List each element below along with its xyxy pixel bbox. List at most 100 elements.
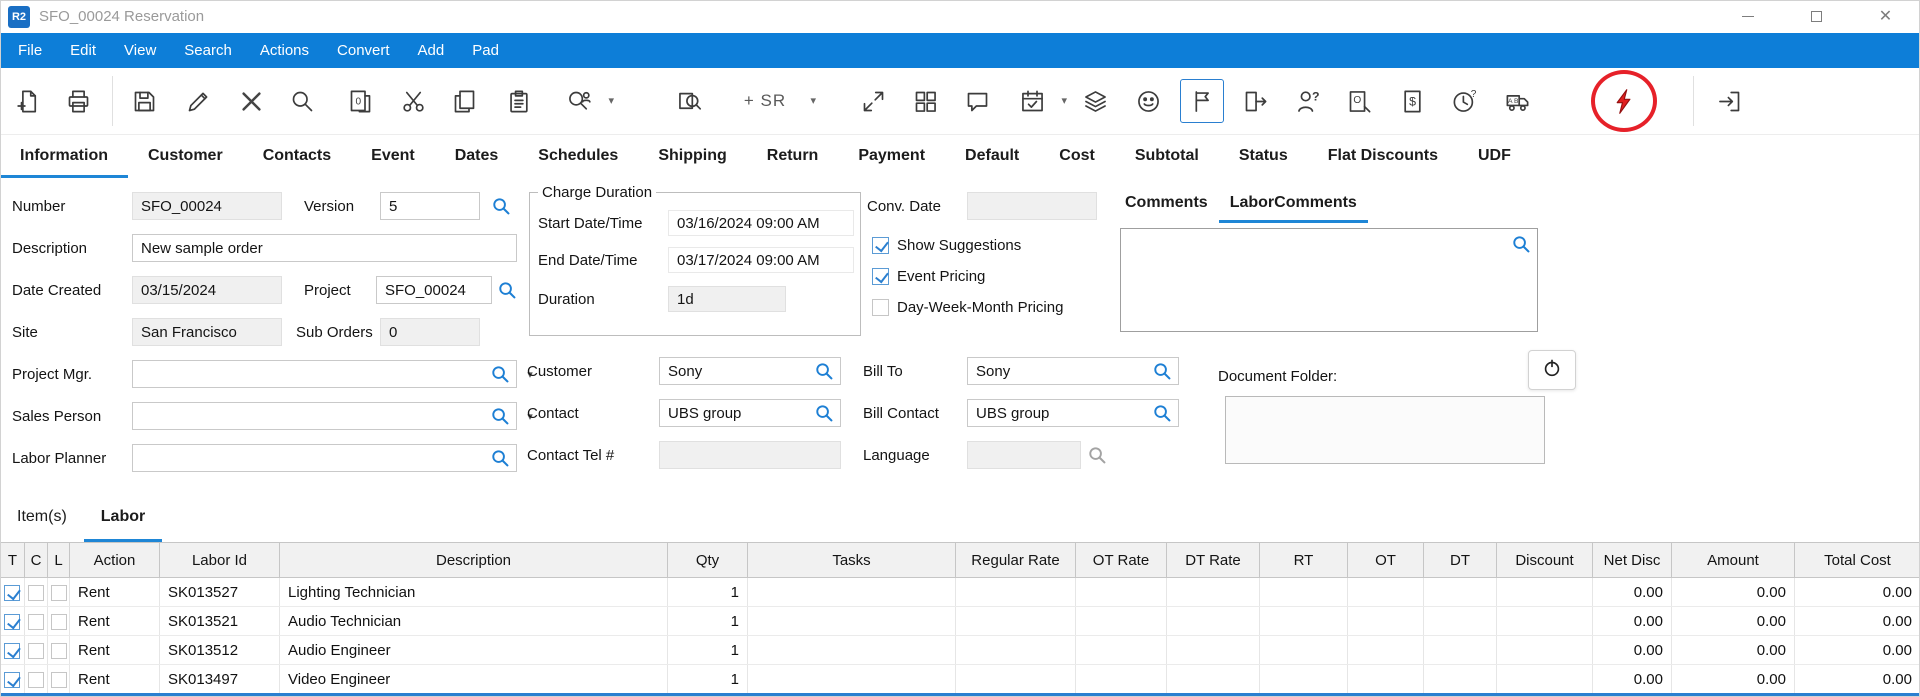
checkbox-show-suggestions[interactable] <box>872 237 889 254</box>
row-checkbox-c[interactable] <box>28 614 44 630</box>
table-row[interactable]: RentSK013521Audio Technician10.000.000.0… <box>1 607 1920 636</box>
row-checkbox-c[interactable] <box>28 643 44 659</box>
table-row[interactable]: RentSK013512Audio Engineer10.000.000.00 <box>1 636 1920 665</box>
tab-contacts[interactable]: Contacts <box>243 136 351 178</box>
column-header-tasks[interactable]: Tasks <box>748 543 956 578</box>
tab-comments[interactable]: Comments <box>1114 190 1219 223</box>
add-sr-button[interactable]: + SR <box>727 79 803 123</box>
cell-l[interactable] <box>48 607 70 636</box>
cell-amount[interactable]: 0.00 <box>1672 607 1795 636</box>
minimize-button[interactable] <box>1713 0 1782 33</box>
tab-dates[interactable]: Dates <box>435 136 519 178</box>
duration-input[interactable]: 1d <box>668 286 786 312</box>
tab-items[interactable]: Item(s) <box>0 494 84 542</box>
cell-c[interactable] <box>25 636 48 665</box>
cell-t[interactable] <box>1 665 25 694</box>
description-input[interactable]: New sample order <box>132 234 517 262</box>
row-select-checkbox[interactable] <box>4 643 20 659</box>
cell-dt-rate[interactable] <box>1167 578 1260 607</box>
cell-ot[interactable] <box>1348 665 1424 694</box>
cell-qty[interactable]: 1 <box>668 636 748 665</box>
cell-discount[interactable] <box>1497 636 1593 665</box>
cell-ot-rate[interactable] <box>1076 607 1167 636</box>
table-row[interactable]: RentSK013497Video Engineer10.000.000.00 <box>1 665 1920 694</box>
cell-ot-rate[interactable] <box>1076 578 1167 607</box>
calendar-check-icon[interactable] <box>1010 79 1054 123</box>
copy-count-icon[interactable]: 0 <box>338 79 382 123</box>
tab-status[interactable]: Status <box>1219 136 1308 178</box>
cell-rt[interactable] <box>1260 636 1348 665</box>
customer-search-icon[interactable] <box>815 362 834 381</box>
cell-regular-rate[interactable] <box>956 578 1076 607</box>
paste-icon[interactable] <box>497 79 541 123</box>
row-select-checkbox[interactable] <box>4 672 20 688</box>
menu-search[interactable]: Search <box>170 33 246 68</box>
row-select-checkbox[interactable] <box>4 585 20 601</box>
bill-contact-input[interactable]: UBS group <box>967 399 1179 427</box>
labor-comments-textarea[interactable] <box>1120 228 1538 332</box>
menu-edit[interactable]: Edit <box>56 33 110 68</box>
contact-tel-input[interactable] <box>659 441 841 469</box>
document-folder-box[interactable] <box>1225 396 1545 464</box>
cell-tasks[interactable] <box>748 578 956 607</box>
checkbox-event-pricing[interactable] <box>872 268 889 285</box>
tab-subtotal[interactable]: Subtotal <box>1115 136 1219 178</box>
cell-tasks[interactable] <box>748 665 956 694</box>
cell-description[interactable]: Video Engineer <box>280 665 668 694</box>
expand-icon[interactable] <box>851 79 895 123</box>
tab-flat-discounts[interactable]: Flat Discounts <box>1308 136 1458 178</box>
bill-to-input[interactable]: Sony <box>967 357 1179 385</box>
cell-dt-rate[interactable] <box>1167 607 1260 636</box>
sub-orders-input[interactable]: 0 <box>380 318 480 346</box>
bill-to-search-icon[interactable] <box>1153 362 1172 381</box>
cell-regular-rate[interactable] <box>956 607 1076 636</box>
cell-ot[interactable] <box>1348 578 1424 607</box>
cell-ot[interactable] <box>1348 636 1424 665</box>
save-icon[interactable] <box>122 79 166 123</box>
tab-labor[interactable]: Labor <box>84 494 162 542</box>
cell-dt[interactable] <box>1424 665 1497 694</box>
maximize-button[interactable] <box>1782 0 1851 33</box>
cell-description[interactable]: Audio Technician <box>280 607 668 636</box>
column-header-total-cost[interactable]: Total Cost <box>1795 543 1920 578</box>
cell-qty[interactable]: 1 <box>668 578 748 607</box>
start-datetime-input[interactable]: 03/16/2024 09:00 AM <box>668 210 854 236</box>
labor-planner-input[interactable] <box>132 444 517 472</box>
tab-shipping[interactable]: Shipping <box>638 136 746 178</box>
column-header-net-disc[interactable]: Net Disc <box>1593 543 1672 578</box>
lightning-icon[interactable] <box>1602 79 1646 123</box>
contact-search-icon[interactable] <box>815 404 834 423</box>
cell-ot-rate[interactable] <box>1076 636 1167 665</box>
search-icon[interactable] <box>280 79 324 123</box>
cell-regular-rate[interactable] <box>956 665 1076 694</box>
edit-pencil-icon[interactable] <box>176 79 220 123</box>
checkbox-day-week-month-pricing[interactable] <box>872 299 889 316</box>
cell-c[interactable] <box>25 578 48 607</box>
number-input[interactable]: SFO_00024 <box>132 192 282 220</box>
cell-total-cost[interactable]: 0.00 <box>1795 578 1920 607</box>
project-mgr-search-icon[interactable] <box>491 365 510 384</box>
row-select-checkbox[interactable] <box>4 614 20 630</box>
sales-person-input[interactable] <box>132 402 517 430</box>
date-created-input[interactable]: 03/15/2024 <box>132 276 282 304</box>
tab-customer[interactable]: Customer <box>128 136 243 178</box>
language-search-icon[interactable] <box>1088 446 1107 465</box>
cell-action[interactable]: Rent <box>70 665 160 694</box>
flag-icon[interactable] <box>1180 79 1224 123</box>
column-header-t[interactable]: T <box>1 543 25 578</box>
cell-action[interactable]: Rent <box>70 636 160 665</box>
chevron-down-icon[interactable] <box>1061 94 1067 107</box>
cell-rt[interactable] <box>1260 578 1348 607</box>
row-checkbox-l[interactable] <box>51 672 67 688</box>
cell-description[interactable]: Audio Engineer <box>280 636 668 665</box>
cell-l[interactable] <box>48 578 70 607</box>
cell-net-disc[interactable]: 0.00 <box>1593 665 1672 694</box>
cell-t[interactable] <box>1 607 25 636</box>
cell-t[interactable] <box>1 636 25 665</box>
row-checkbox-l[interactable] <box>51 585 67 601</box>
cell-rt[interactable] <box>1260 665 1348 694</box>
version-search-icon[interactable] <box>492 197 511 216</box>
tab-udf[interactable]: UDF <box>1458 136 1531 178</box>
cell-net-disc[interactable]: 0.00 <box>1593 607 1672 636</box>
comment-icon[interactable] <box>955 79 999 123</box>
